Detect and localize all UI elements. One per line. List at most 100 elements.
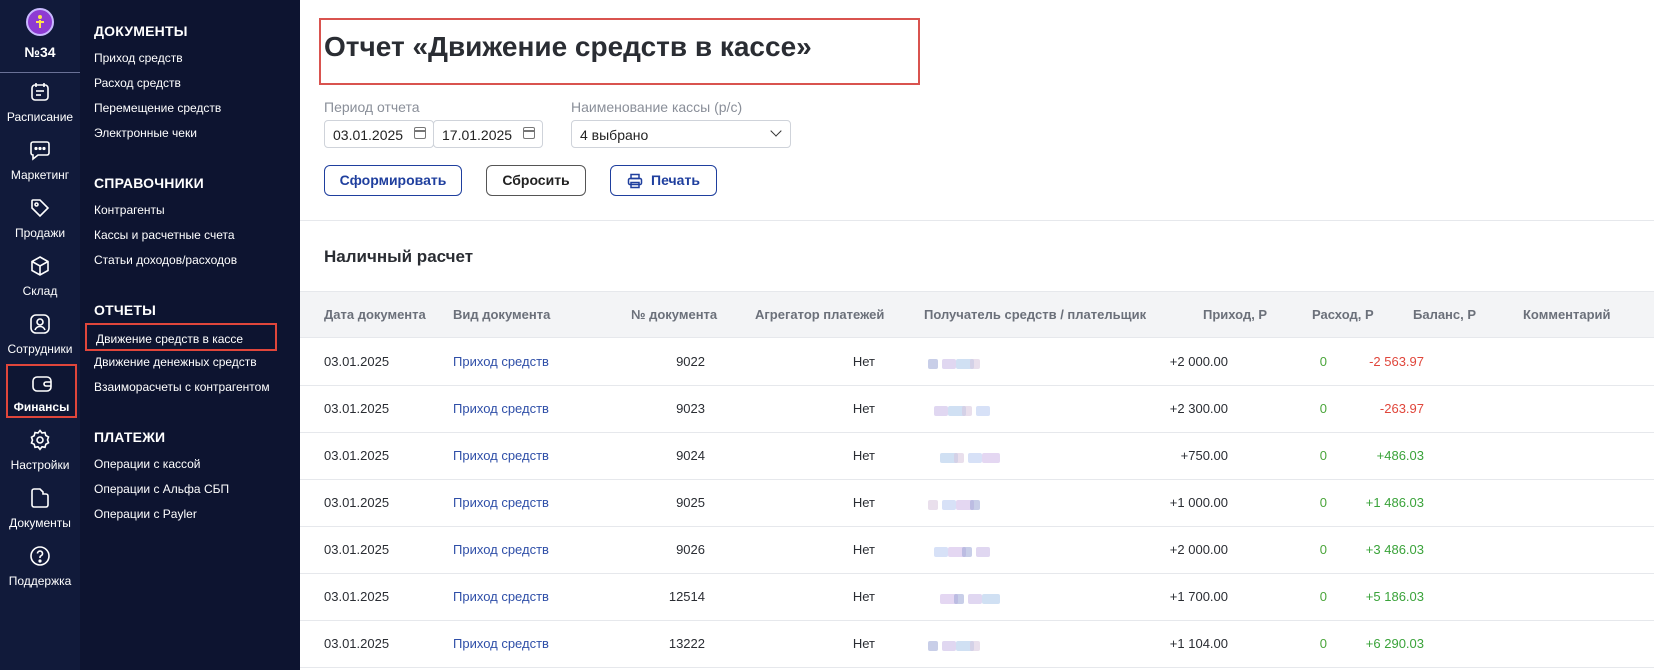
menu-item-cashboxes[interactable]: Кассы и расчетные счета [94, 228, 235, 242]
menu-item-income-expense-items[interactable]: Статьи доходов/расходов [94, 253, 237, 267]
cell-expense: 0 [1319, 354, 1327, 369]
main-content: Отчет «Движение средств в кассе» Период … [300, 0, 1654, 670]
redacted-block [928, 359, 938, 369]
redacted-block [976, 547, 990, 557]
cell-balance: -2 563.97 [1369, 354, 1424, 369]
col-income: Приход, Р [1203, 307, 1268, 322]
col-recipient: Получатель средств / плательщик [924, 307, 1147, 322]
generate-button[interactable]: Сформировать [324, 165, 462, 196]
cashbox-select[interactable]: 4 выбрано [571, 120, 791, 148]
help-icon [30, 546, 50, 566]
menu-heading-documents: ДОКУМЕНТЫ [94, 23, 188, 39]
col-date: Дата документа [324, 307, 426, 322]
rail-item-marketing[interactable]: Маркетинг [0, 138, 80, 194]
menu-item-income[interactable]: Приход средств [94, 51, 183, 65]
rail-item-employees[interactable]: Сотрудники [0, 312, 80, 368]
col-aggregator: Агрегатор платежей [755, 307, 885, 322]
cell-doc-number: 13222 [668, 636, 705, 651]
rail-item-finance[interactable]: Финансы [6, 364, 77, 418]
table-row[interactable]: 03.01.2025 Приход средств 12514 Нет +1 700.0… [300, 574, 1654, 621]
cell-income: +1 700.00 [1169, 589, 1228, 604]
table-row[interactable]: 03.01.2025 Приход средств 9023 Нет +2 300.00… [300, 386, 1654, 433]
date-from-field[interactable]: 03.01.2025 [324, 120, 434, 148]
menu-item-counterparties[interactable]: Контрагенты [94, 203, 165, 217]
cell-expense: 0 [1319, 542, 1327, 557]
rail-item-label: Финансы [13, 400, 70, 414]
cell-doc-type-link[interactable]: Приход средств [453, 401, 549, 416]
rail-item-support[interactable]: Поддержка [0, 544, 80, 600]
cell-aggregator: Нет [852, 401, 875, 416]
recipient-redacted [924, 535, 1064, 565]
menu-item-money-flow-report[interactable]: Движение денежных средств [94, 355, 257, 369]
table-row[interactable]: 03.01.2025 Приход средств 9026 Нет +2 000.00… [300, 527, 1654, 574]
redacted-block [934, 406, 948, 416]
menu-item-expense[interactable]: Расход средств [94, 76, 181, 90]
redacted-block [976, 406, 990, 416]
calendar-icon[interactable] [414, 127, 426, 139]
menu-heading-references: СПРАВОЧНИКИ [94, 175, 204, 191]
gear-icon [30, 429, 50, 451]
cell-aggregator: Нет [852, 636, 875, 651]
cell-doc-type-link[interactable]: Приход средств [453, 542, 549, 557]
cell-doc-type-link[interactable]: Приход средств [453, 636, 549, 651]
cell-doc-number: 9024 [676, 448, 705, 463]
rail-item-schedule[interactable]: Расписание [0, 80, 80, 136]
section-divider [300, 220, 1654, 221]
wallet-icon [31, 376, 52, 392]
cell-doc-type-link[interactable]: Приход средств [453, 354, 549, 369]
recipient-redacted [924, 394, 1064, 424]
table-row[interactable]: 03.01.2025 Приход средств 9024 Нет +750.00 0 +… [300, 433, 1654, 480]
col-comment: Комментарий [1523, 307, 1611, 322]
rail-item-label: Документы [9, 516, 71, 530]
date-to-field[interactable]: 17.01.2025 [433, 120, 543, 148]
col-expense: Расход, Р [1312, 307, 1374, 322]
cell-aggregator: Нет [852, 589, 875, 604]
menu-item-settlements-report[interactable]: Взаиморасчеты с контрагентом [94, 380, 270, 394]
redacted-block [942, 641, 956, 651]
table-row[interactable]: 03.01.2025 Приход средств 13222 Нет +1 104.0… [300, 621, 1654, 668]
printer-icon [627, 174, 643, 189]
table-row[interactable]: 03.01.2025 Приход средств 9022 Нет +2 000.00… [300, 339, 1654, 386]
chevron-down-icon [770, 125, 782, 137]
menu-item-transfer[interactable]: Перемещение средств [94, 101, 221, 115]
print-button-label: Печать [651, 172, 700, 188]
menu-heading-payments: ПЛАТЕЖИ [94, 429, 166, 445]
cell-aggregator: Нет [852, 448, 875, 463]
redacted-block [954, 594, 964, 604]
date-to-value: 17.01.2025 [442, 127, 513, 143]
cashbox-label: Наименование кассы (р/с) [571, 99, 743, 115]
cell-balance: +6 290.03 [1365, 636, 1424, 651]
chat-icon [30, 141, 50, 161]
branch-number: №34 [24, 44, 56, 60]
table-row[interactable]: 03.01.2025 Приход средств 9025 Нет +1 000.00… [300, 480, 1654, 527]
rail-item-label: Поддержка [8, 574, 72, 588]
redacted-block [928, 641, 938, 651]
rail-divider [0, 72, 80, 73]
menu-item-e-receipts[interactable]: Электронные чеки [94, 126, 197, 140]
menu-item-cash-operations[interactable]: Операции с кассой [94, 457, 201, 471]
cell-doc-type-link[interactable]: Приход средств [453, 448, 549, 463]
brand-logo[interactable] [26, 8, 54, 36]
icon-rail: №34 Расписание Маркетинг Продажи Склад С… [0, 0, 80, 670]
rail-item-label: Сотрудники [7, 342, 73, 356]
cell-doc-number: 12514 [668, 589, 705, 604]
menu-item-cash-movement-report[interactable]: Движение средств в кассе [85, 323, 277, 351]
box-icon [31, 256, 49, 276]
reset-button[interactable]: Сбросить [486, 165, 586, 196]
rail-item-sales[interactable]: Продажи [0, 196, 80, 252]
cell-expense: 0 [1319, 636, 1327, 651]
rail-item-label: Продажи [14, 226, 66, 240]
calendar-icon[interactable] [523, 127, 535, 139]
menu-item-payler-operations[interactable]: Операции с Payler [94, 507, 197, 521]
print-button[interactable]: Печать [610, 165, 717, 196]
cell-doc-type-link[interactable]: Приход средств [453, 495, 549, 510]
recipient-redacted [924, 629, 1064, 659]
rail-item-settings[interactable]: Настройки [0, 428, 80, 484]
col-doc-number: № документа [631, 307, 718, 322]
cell-aggregator: Нет [852, 542, 875, 557]
cell-doc-type-link[interactable]: Приход средств [453, 589, 549, 604]
menu-heading-reports: ОТЧЕТЫ [94, 302, 157, 318]
rail-item-warehouse[interactable]: Склад [0, 254, 80, 310]
menu-item-alfa-sbp-operations[interactable]: Операции с Альфа СБП [94, 482, 229, 496]
rail-item-documents[interactable]: Документы [0, 486, 80, 542]
